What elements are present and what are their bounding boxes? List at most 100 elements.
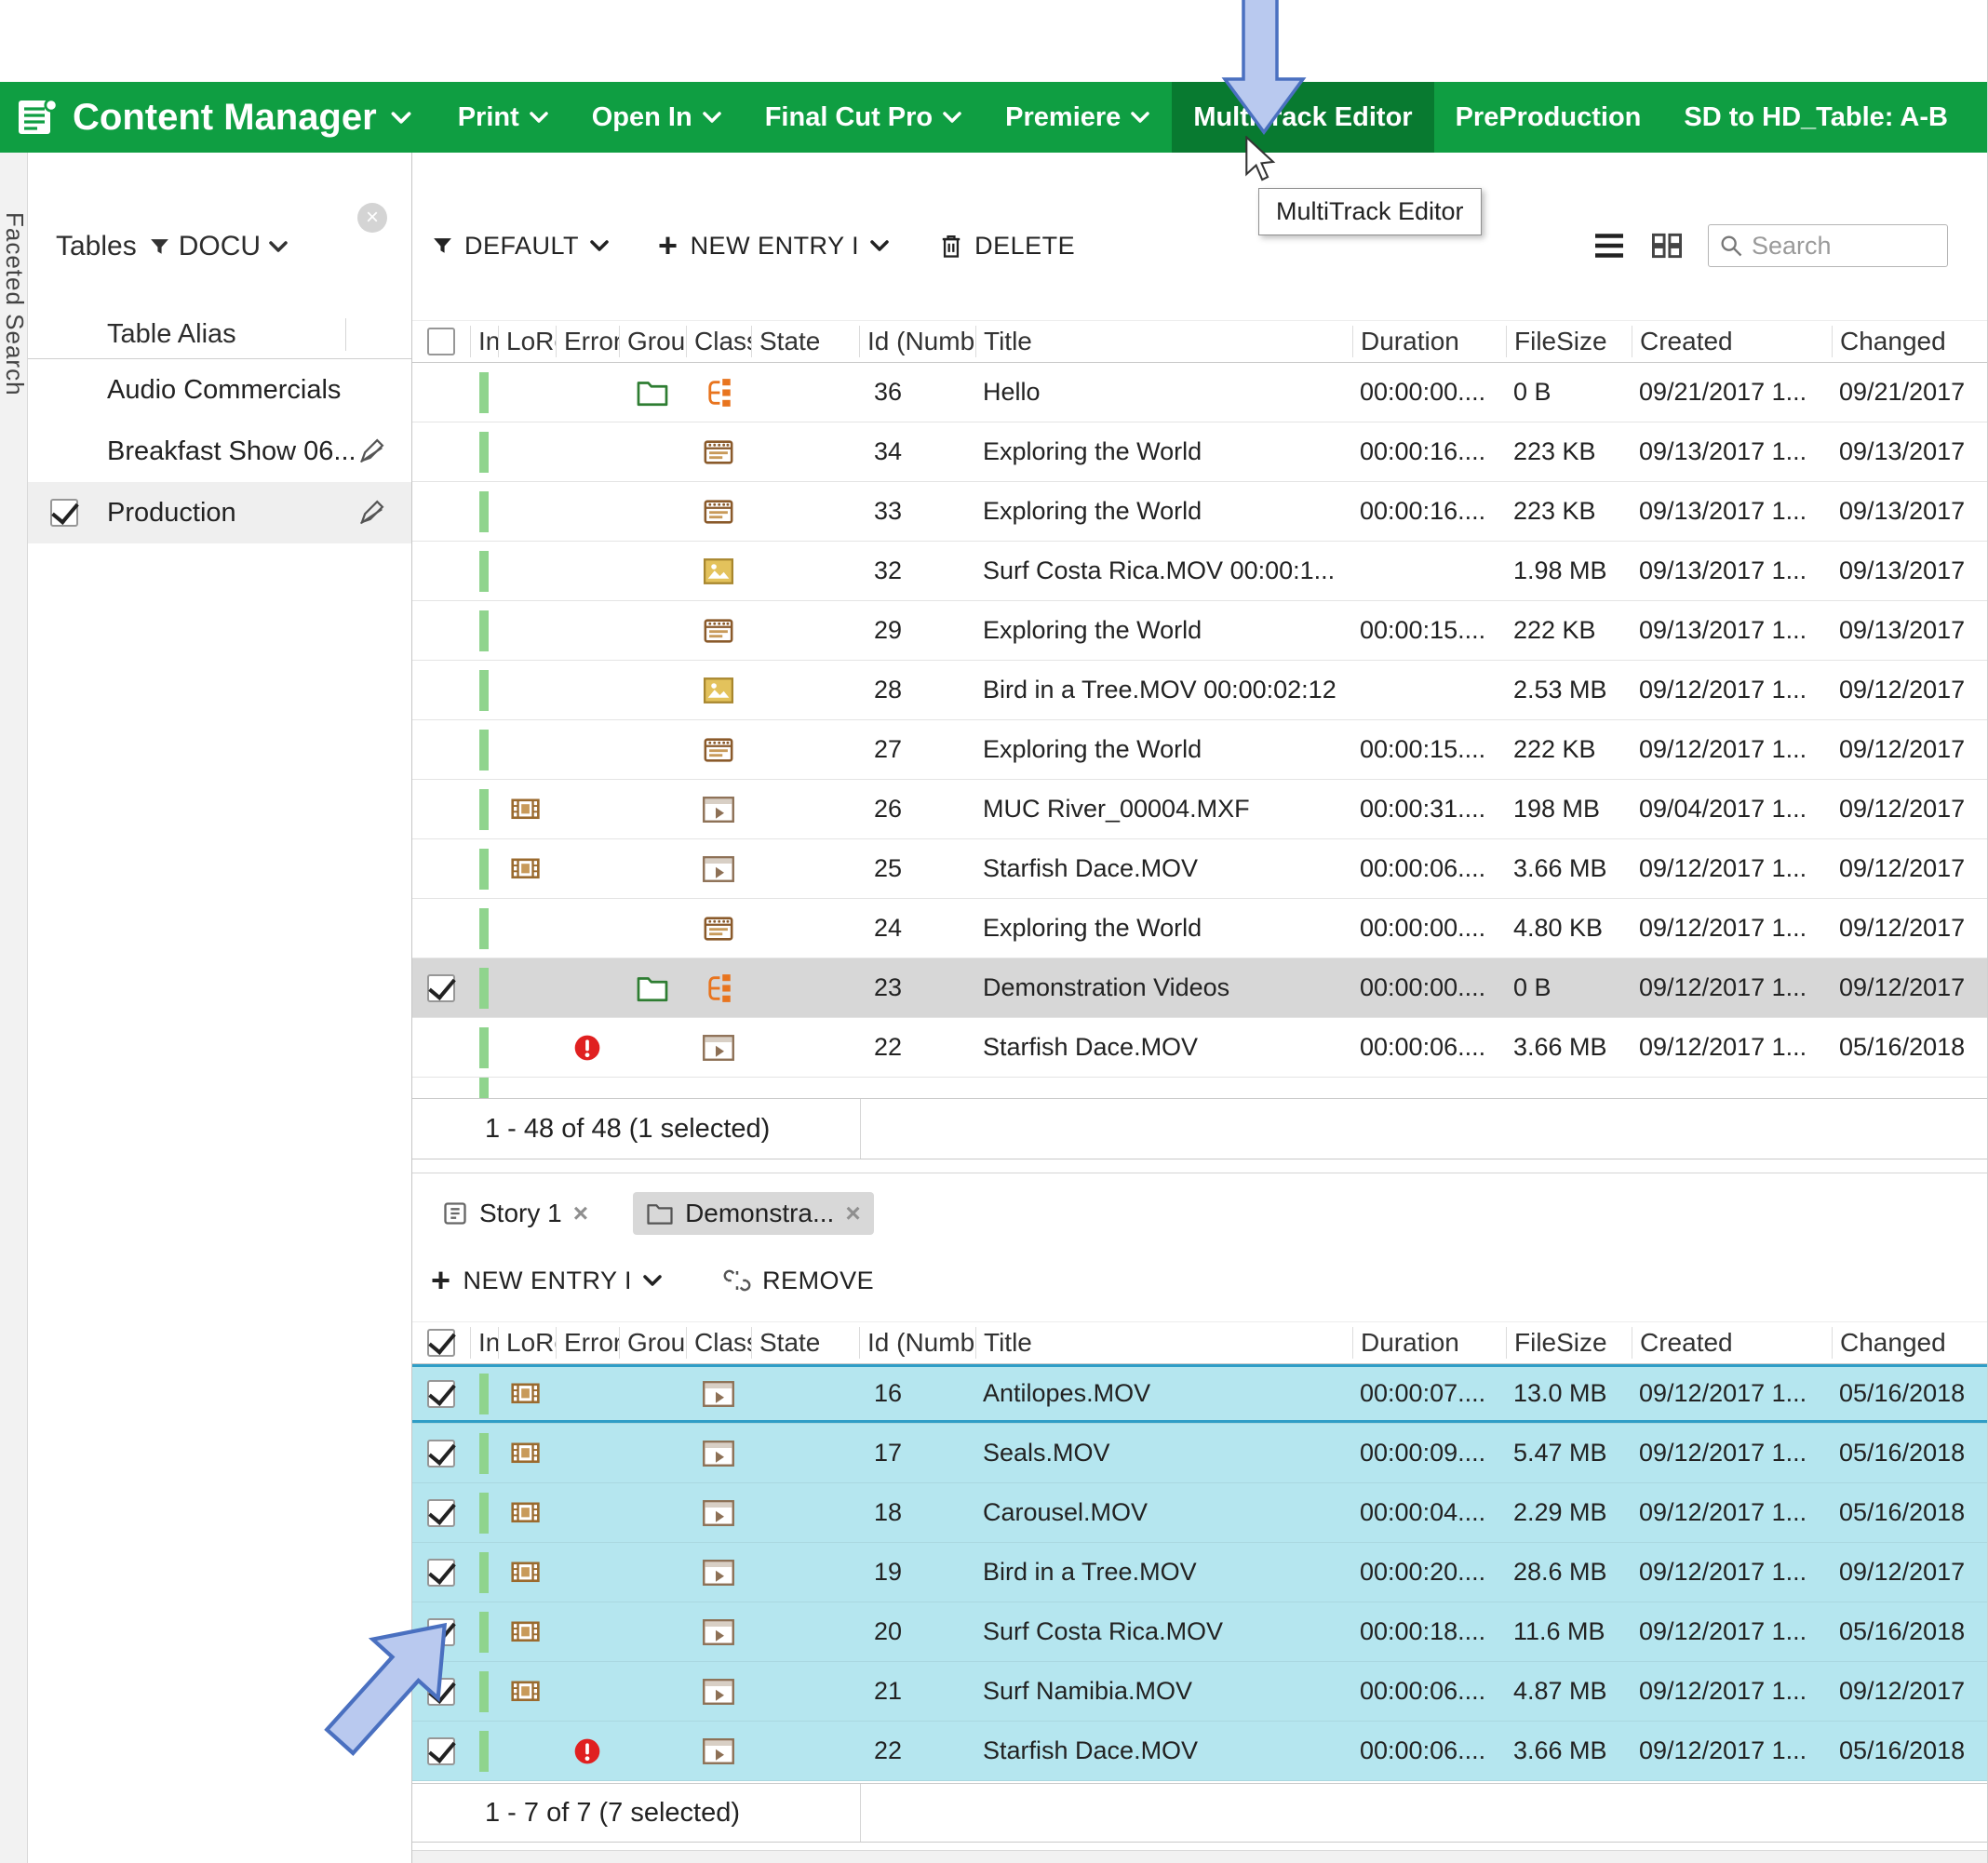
row-checkbox[interactable] bbox=[427, 1499, 455, 1527]
search-box[interactable] bbox=[1708, 224, 1948, 267]
menu-item-utilities[interactable]: Utilities bbox=[1969, 82, 1988, 153]
column-header-error[interactable]: Error bbox=[556, 1327, 619, 1359]
menu-item-premiere[interactable]: Premiere bbox=[984, 82, 1172, 153]
pen-icon[interactable] bbox=[357, 437, 385, 465]
table-row[interactable]: 20Surf Costa Rica.MOV00:00:18....11.6 MB… bbox=[412, 1602, 1987, 1662]
column-header-lore[interactable]: LoRe bbox=[498, 326, 556, 357]
select-all-checkbox[interactable] bbox=[427, 328, 455, 355]
column-header-grou[interactable]: Grou bbox=[619, 326, 686, 357]
column-header-changed[interactable]: Changed bbox=[1832, 1327, 1987, 1359]
folder-icon bbox=[636, 973, 669, 1003]
column-header-error[interactable]: Error bbox=[556, 326, 619, 357]
table-filter-button[interactable]: DOCU bbox=[148, 231, 289, 262]
cell-created: 09/13/2017 1... bbox=[1632, 497, 1832, 526]
menu-item-open-in[interactable]: Open In bbox=[571, 82, 744, 153]
new-entry-button[interactable]: + NEW ENTRY I bbox=[658, 229, 890, 262]
table-alias-header[interactable]: Table Alias bbox=[28, 311, 411, 359]
new-entry-button[interactable]: + NEW ENTRY I bbox=[431, 1264, 663, 1297]
table-row[interactable]: 24Exploring the World00:00:00....4.80 KB… bbox=[412, 899, 1987, 958]
menu-item-multitrack-editor[interactable]: MultiTrack Editor bbox=[1172, 82, 1433, 153]
column-header-title[interactable]: Title bbox=[975, 326, 1352, 357]
column-header-id-numb[interactable]: Id (Numb bbox=[859, 326, 975, 357]
column-header-duration[interactable]: Duration bbox=[1352, 1327, 1506, 1359]
cell-id: 22 bbox=[859, 1736, 975, 1765]
table-row[interactable]: 36Hello00:00:00....0 B09/21/2017 1...09/… bbox=[412, 363, 1987, 422]
column-header-duration[interactable]: Duration bbox=[1352, 326, 1506, 357]
column-header-lore[interactable]: LoRe bbox=[498, 1327, 556, 1359]
row-checkbox[interactable] bbox=[427, 1559, 455, 1587]
column-header-in[interactable]: In bbox=[470, 326, 498, 357]
chip-demonstra[interactable]: Demonstra...× bbox=[633, 1192, 874, 1235]
cell-created: 09/21/2017 1... bbox=[1632, 378, 1832, 407]
table-row[interactable]: 19Bird in a Tree.MOV00:00:20....28.6 MB0… bbox=[412, 1543, 1987, 1602]
remove-button[interactable]: REMOVE bbox=[722, 1267, 874, 1295]
table-row[interactable]: 27Exploring the World00:00:15....222 KB0… bbox=[412, 720, 1987, 780]
column-header-changed[interactable]: Changed bbox=[1832, 326, 1987, 357]
list-view-button[interactable] bbox=[1592, 233, 1626, 259]
menu-item-sd-to-hd-table-a-b[interactable]: SD to HD_Table: A-B bbox=[1662, 82, 1969, 153]
row-checkbox[interactable] bbox=[427, 1380, 455, 1408]
menu-item-print[interactable]: Print bbox=[437, 82, 571, 153]
branch-icon bbox=[702, 377, 735, 409]
chevron-down-icon bbox=[642, 1274, 663, 1287]
horizontal-scrollbar[interactable] bbox=[412, 1850, 1987, 1863]
row-checkbox[interactable] bbox=[427, 1440, 455, 1468]
table-row[interactable]: 29Exploring the World00:00:15....222 KB0… bbox=[412, 601, 1987, 661]
column-header-id-numb[interactable]: Id (Numb bbox=[859, 1327, 975, 1359]
faceted-search-strip[interactable]: Faceted Search bbox=[0, 153, 28, 1863]
table-row[interactable]: 17Seals.MOV00:00:09....5.47 MB09/12/2017… bbox=[412, 1424, 1987, 1483]
table-row[interactable]: 21Surf Namibia.MOV00:00:06....4.87 MB09/… bbox=[412, 1662, 1987, 1722]
column-header-filesize[interactable]: FileSize bbox=[1506, 1327, 1632, 1359]
delete-button[interactable]: DELETE bbox=[938, 232, 1075, 261]
column-header-in[interactable]: In bbox=[470, 1327, 498, 1359]
sidebar-item-breakfast-show-06[interactable]: Breakfast Show 06... bbox=[28, 421, 411, 482]
cell-changed: 09/13/2017 bbox=[1832, 556, 1987, 585]
column-header-grou[interactable]: Grou bbox=[619, 1327, 686, 1359]
row-checkbox[interactable] bbox=[427, 974, 455, 1002]
row-checkbox[interactable] bbox=[427, 1618, 455, 1646]
chip-close-icon[interactable]: × bbox=[573, 1199, 588, 1228]
chip-close-icon[interactable]: × bbox=[845, 1199, 860, 1228]
column-header-filesize[interactable]: FileSize bbox=[1506, 326, 1632, 357]
grid-view-button[interactable] bbox=[1652, 233, 1682, 259]
table-row[interactable]: 22Starfish Dace.MOV00:00:06....3.66 MB09… bbox=[412, 1018, 1987, 1078]
column-header-title[interactable]: Title bbox=[975, 1327, 1352, 1359]
menu-item-final-cut-pro[interactable]: Final Cut Pro bbox=[744, 82, 984, 153]
table-row[interactable]: 26MUC River_00004.MXF00:00:31....198 MB0… bbox=[412, 780, 1987, 839]
table-row[interactable]: 32Surf Costa Rica.MOV 00:00:1...1.98 MB0… bbox=[412, 542, 1987, 601]
table-row[interactable]: 18Carousel.MOV00:00:04....2.29 MB09/12/2… bbox=[412, 1483, 1987, 1543]
table-row[interactable]: 23Demonstration Videos00:00:00....0 B09/… bbox=[412, 958, 1987, 1018]
table-row[interactable]: 25Starfish Dace.MOV00:00:06....3.66 MB09… bbox=[412, 839, 1987, 899]
app-brand[interactable]: Content Manager bbox=[0, 82, 437, 153]
table-row[interactable]: 28Bird in a Tree.MOV 00:00:02:122.53 MB0… bbox=[412, 661, 1987, 720]
cell-duration: 00:00:16.... bbox=[1352, 497, 1506, 526]
select-all-checkbox[interactable] bbox=[427, 1329, 455, 1357]
filter-default-button[interactable]: DEFAULT bbox=[431, 232, 610, 261]
column-header-created[interactable]: Created bbox=[1632, 326, 1832, 357]
sidebar-item-audio-commercials[interactable]: Audio Commercials bbox=[28, 359, 411, 421]
sidebar-item-production[interactable]: Production bbox=[28, 482, 411, 543]
table-row[interactable]: 33Exploring the World00:00:16....223 KB0… bbox=[412, 482, 1987, 542]
close-icon[interactable]: × bbox=[357, 203, 387, 233]
row-checkbox[interactable] bbox=[427, 1737, 455, 1765]
row-checkbox[interactable] bbox=[427, 1678, 455, 1706]
pen-icon[interactable] bbox=[357, 499, 385, 527]
column-header-state[interactable]: State bbox=[751, 326, 859, 357]
column-header-state[interactable]: State bbox=[751, 1327, 859, 1359]
cell-changed: 05/16/2018 bbox=[1832, 1379, 1987, 1408]
video-icon bbox=[702, 1499, 735, 1527]
column-header-class[interactable]: Class bbox=[686, 326, 751, 357]
table-row[interactable]: 16Antilopes.MOV00:00:07....13.0 MB09/12/… bbox=[412, 1364, 1987, 1424]
status-bar bbox=[479, 1433, 489, 1474]
column-header-class[interactable]: Class bbox=[686, 1327, 751, 1359]
table-row[interactable]: 22Starfish Dace.MOV00:00:06....3.66 MB09… bbox=[412, 1722, 1987, 1781]
menu-item-preproduction[interactable]: PreProduction bbox=[1434, 82, 1663, 153]
cell-id: 33 bbox=[859, 497, 975, 526]
cell-filesize: 0 B bbox=[1506, 973, 1632, 1002]
table-checkbox[interactable] bbox=[50, 499, 78, 527]
table-row[interactable]: 34Exploring the World00:00:16....223 KB0… bbox=[412, 422, 1987, 482]
column-header-created[interactable]: Created bbox=[1632, 1327, 1832, 1359]
chip-story-1[interactable]: Story 1× bbox=[429, 1192, 601, 1235]
search-input[interactable] bbox=[1752, 232, 1938, 261]
table-filter-value: DOCU bbox=[179, 231, 261, 262]
